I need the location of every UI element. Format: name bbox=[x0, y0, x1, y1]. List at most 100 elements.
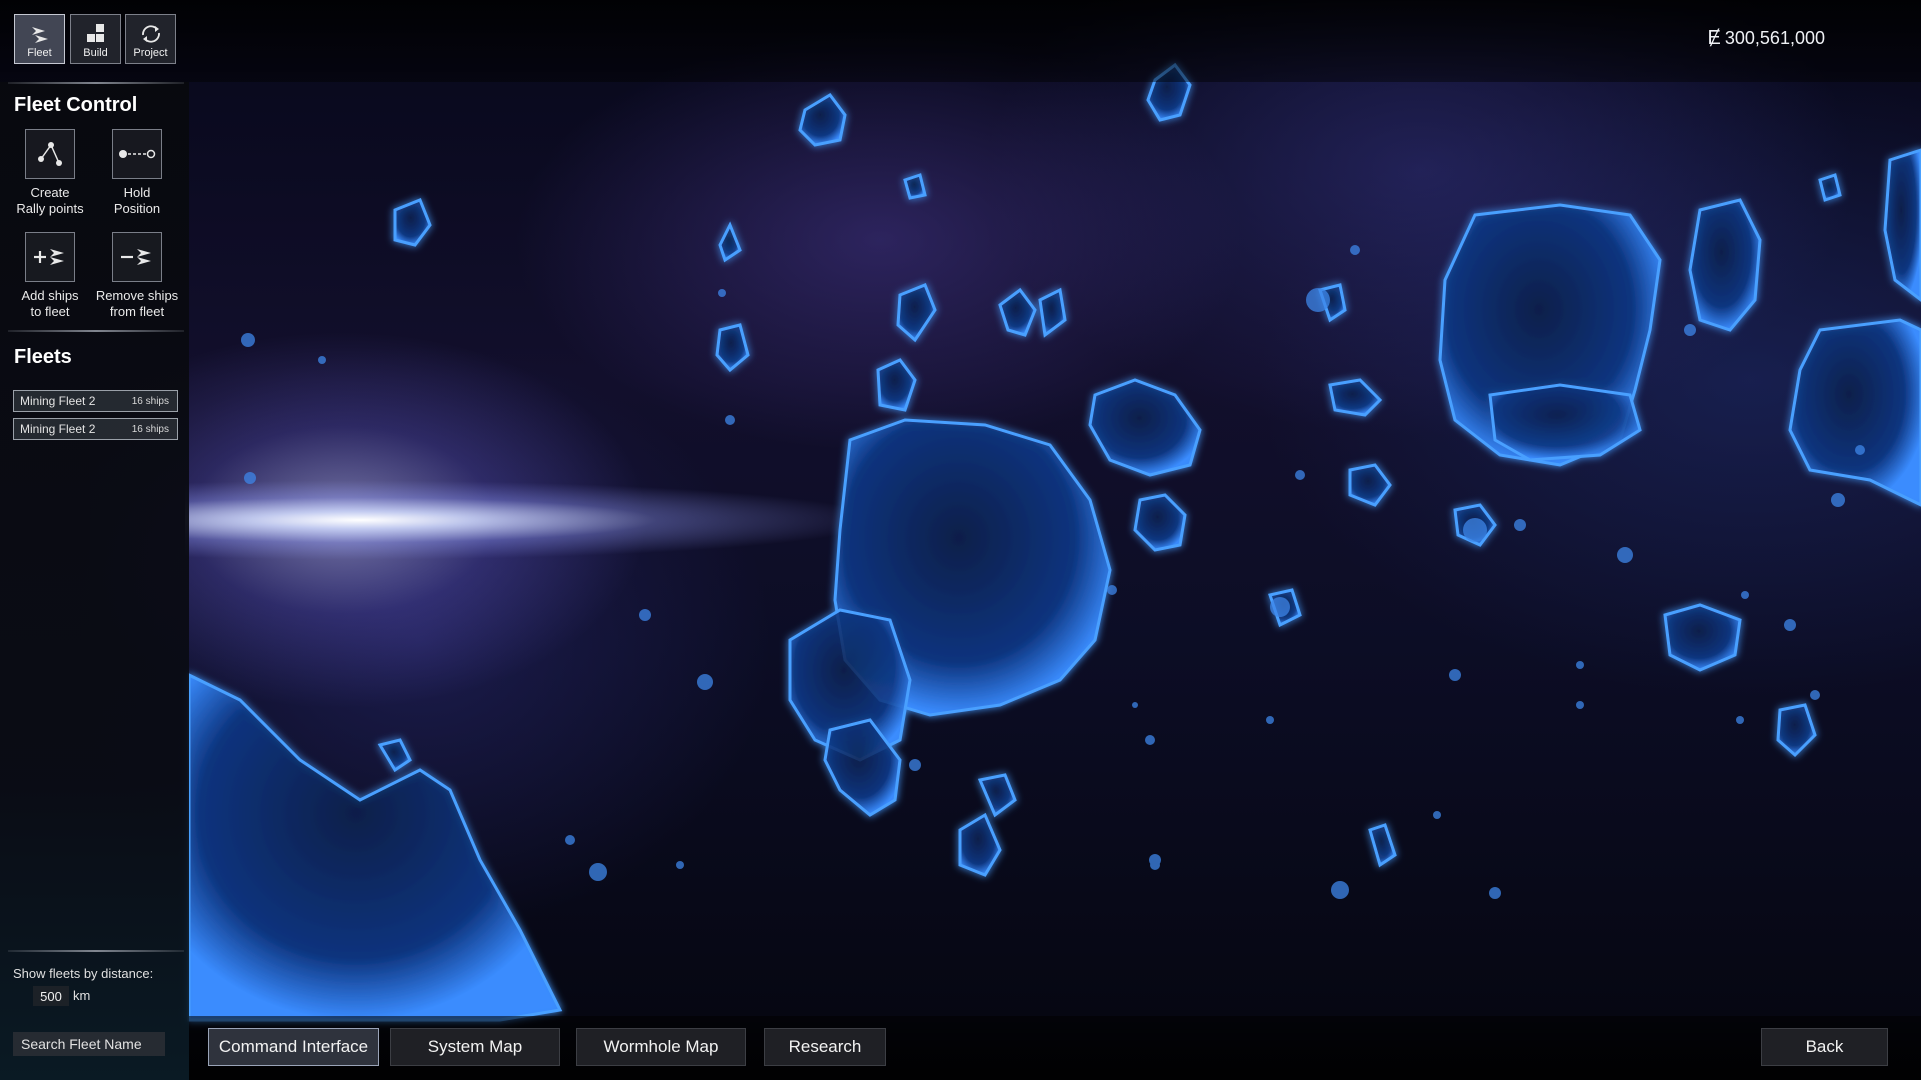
command-interface-tab[interactable]: Command Interface bbox=[208, 1028, 379, 1066]
left-panel: Fleet Control Create Rally points Hold P… bbox=[0, 82, 189, 1080]
asteroid-small bbox=[718, 221, 742, 263]
create-rally-label-line1: Create bbox=[30, 185, 70, 200]
asteroid-small bbox=[1368, 823, 1397, 868]
fleet-mode-button[interactable]: Fleet bbox=[14, 14, 65, 64]
asteroid-speck bbox=[1433, 811, 1441, 819]
fleet-mode-label: Fleet bbox=[27, 47, 52, 59]
credits-display: Ɇ 300,561,000 bbox=[1708, 27, 1825, 50]
create-rally-points-button[interactable]: Create Rally points bbox=[6, 129, 94, 217]
fleet-list-item[interactable]: Mining Fleet 2 16 ships bbox=[13, 418, 178, 440]
asteroid-speck bbox=[1295, 470, 1305, 480]
asteroid-speck bbox=[1784, 619, 1796, 631]
panel-divider bbox=[8, 330, 184, 332]
asteroid-speck bbox=[1331, 881, 1349, 899]
asteroid-speck bbox=[241, 333, 255, 347]
asteroid-small bbox=[1776, 703, 1817, 758]
system-map-tab[interactable]: System Map bbox=[390, 1028, 560, 1066]
asteroid-small bbox=[1818, 173, 1842, 202]
asteroid-small bbox=[903, 173, 927, 200]
asteroid-speck bbox=[318, 356, 326, 364]
asteroid-small bbox=[958, 812, 1002, 877]
asteroid-speck bbox=[1266, 716, 1274, 724]
distance-filter-input[interactable] bbox=[33, 986, 69, 1006]
asteroid-speck bbox=[244, 472, 256, 484]
asteroid-small bbox=[715, 323, 750, 373]
asteroid-speck bbox=[1145, 735, 1155, 745]
asteroid-speck bbox=[639, 609, 651, 621]
project-mode-button[interactable]: Project bbox=[125, 14, 176, 64]
project-cycle-icon bbox=[141, 25, 160, 43]
fleet-ship-count: 16 ships bbox=[131, 423, 169, 435]
asteroid-speck bbox=[1132, 702, 1138, 708]
asteroid-speck bbox=[1350, 245, 1360, 255]
asteroid-speck bbox=[1149, 854, 1161, 866]
asteroid-speck bbox=[1107, 585, 1117, 595]
fleet-name: Mining Fleet 2 bbox=[20, 422, 96, 436]
fleet-list-item[interactable]: Mining Fleet 2 16 ships bbox=[13, 390, 178, 412]
add-ships-icon bbox=[34, 249, 64, 265]
panel-divider bbox=[8, 950, 184, 952]
add-ships-label-line2: to fleet bbox=[30, 304, 70, 319]
build-mode-button[interactable]: Build bbox=[70, 14, 121, 64]
fleet-name: Mining Fleet 2 bbox=[20, 394, 96, 408]
asteroid-right-shard bbox=[1688, 198, 1762, 332]
distance-unit-label: km bbox=[73, 988, 91, 1003]
asteroids-layer bbox=[187, 62, 1921, 1022]
asteroid-speck bbox=[1741, 591, 1749, 599]
remove-ships-icon bbox=[121, 249, 151, 265]
asteroid-small bbox=[393, 198, 432, 247]
create-rally-label-line2: Rally points bbox=[16, 201, 84, 216]
asteroid-far-right-top bbox=[1883, 148, 1921, 302]
asteroid-speck bbox=[1855, 445, 1865, 455]
asteroid-small bbox=[896, 283, 937, 343]
add-ships-icon-box bbox=[25, 232, 75, 282]
asteroid-speck bbox=[676, 861, 684, 869]
asteroid-speck bbox=[697, 674, 713, 690]
wormhole-map-tab[interactable]: Wormhole Map bbox=[576, 1028, 746, 1066]
asteroid-small-glowing bbox=[1133, 493, 1187, 552]
asteroid-small bbox=[876, 358, 917, 412]
asteroid-speck bbox=[1270, 597, 1290, 617]
build-grid-icon bbox=[86, 24, 104, 42]
hold-position-button[interactable]: Hold Position bbox=[93, 129, 181, 217]
asteroid-speck bbox=[1306, 288, 1330, 312]
asteroid-small bbox=[377, 738, 412, 773]
research-tab[interactable]: Research bbox=[764, 1028, 886, 1066]
asteroid-speck bbox=[1463, 518, 1487, 542]
asteroid-speck bbox=[1489, 887, 1501, 899]
hold-position-icon-box bbox=[112, 129, 162, 179]
back-button[interactable]: Back bbox=[1761, 1028, 1888, 1066]
asteroid-large-lower-left bbox=[187, 672, 563, 1022]
hold-position-label-line2: Position bbox=[113, 201, 161, 216]
asteroid-field-scene[interactable] bbox=[0, 0, 1921, 1080]
add-ships-label-line1: Add ships bbox=[21, 288, 79, 303]
asteroid-small bbox=[1663, 603, 1742, 672]
asteroid-small bbox=[1348, 463, 1392, 507]
fleet-control-title: Fleet Control bbox=[14, 94, 138, 116]
rally-points-icon bbox=[38, 142, 62, 166]
asteroid-speck bbox=[718, 289, 726, 297]
add-ships-to-fleet-button[interactable]: Add ships to fleet bbox=[6, 232, 94, 320]
asteroid-speck bbox=[565, 835, 575, 845]
currency-icon: Ɇ bbox=[1707, 27, 1721, 49]
asteroid-speck bbox=[1449, 669, 1461, 681]
asteroid-speck bbox=[1576, 701, 1584, 709]
fleet-icon bbox=[31, 27, 48, 43]
rally-points-icon-box bbox=[25, 129, 75, 179]
asteroid-speck bbox=[1617, 547, 1633, 563]
asteroid-speck bbox=[1514, 519, 1526, 531]
search-fleet-input[interactable] bbox=[13, 1032, 165, 1056]
asteroid-speck bbox=[1576, 661, 1584, 669]
asteroid-speck bbox=[725, 415, 735, 425]
asteroid-speck bbox=[909, 759, 921, 771]
top-bar: Fleet Build Project Ɇ 300,561,000 bbox=[0, 0, 1921, 82]
asteroid-small bbox=[1038, 287, 1067, 338]
credits-value: 300,561,000 bbox=[1724, 28, 1825, 48]
remove-ships-label-line1: Remove ships bbox=[95, 288, 179, 303]
asteroid-small bbox=[977, 773, 1017, 818]
asteroid-speck bbox=[589, 863, 607, 881]
remove-ships-from-fleet-button[interactable]: Remove ships from fleet bbox=[93, 232, 181, 320]
asteroid-medium-right-of-center bbox=[1088, 378, 1202, 477]
fleets-title: Fleets bbox=[14, 346, 72, 368]
asteroid-far-right bbox=[1788, 318, 1921, 507]
